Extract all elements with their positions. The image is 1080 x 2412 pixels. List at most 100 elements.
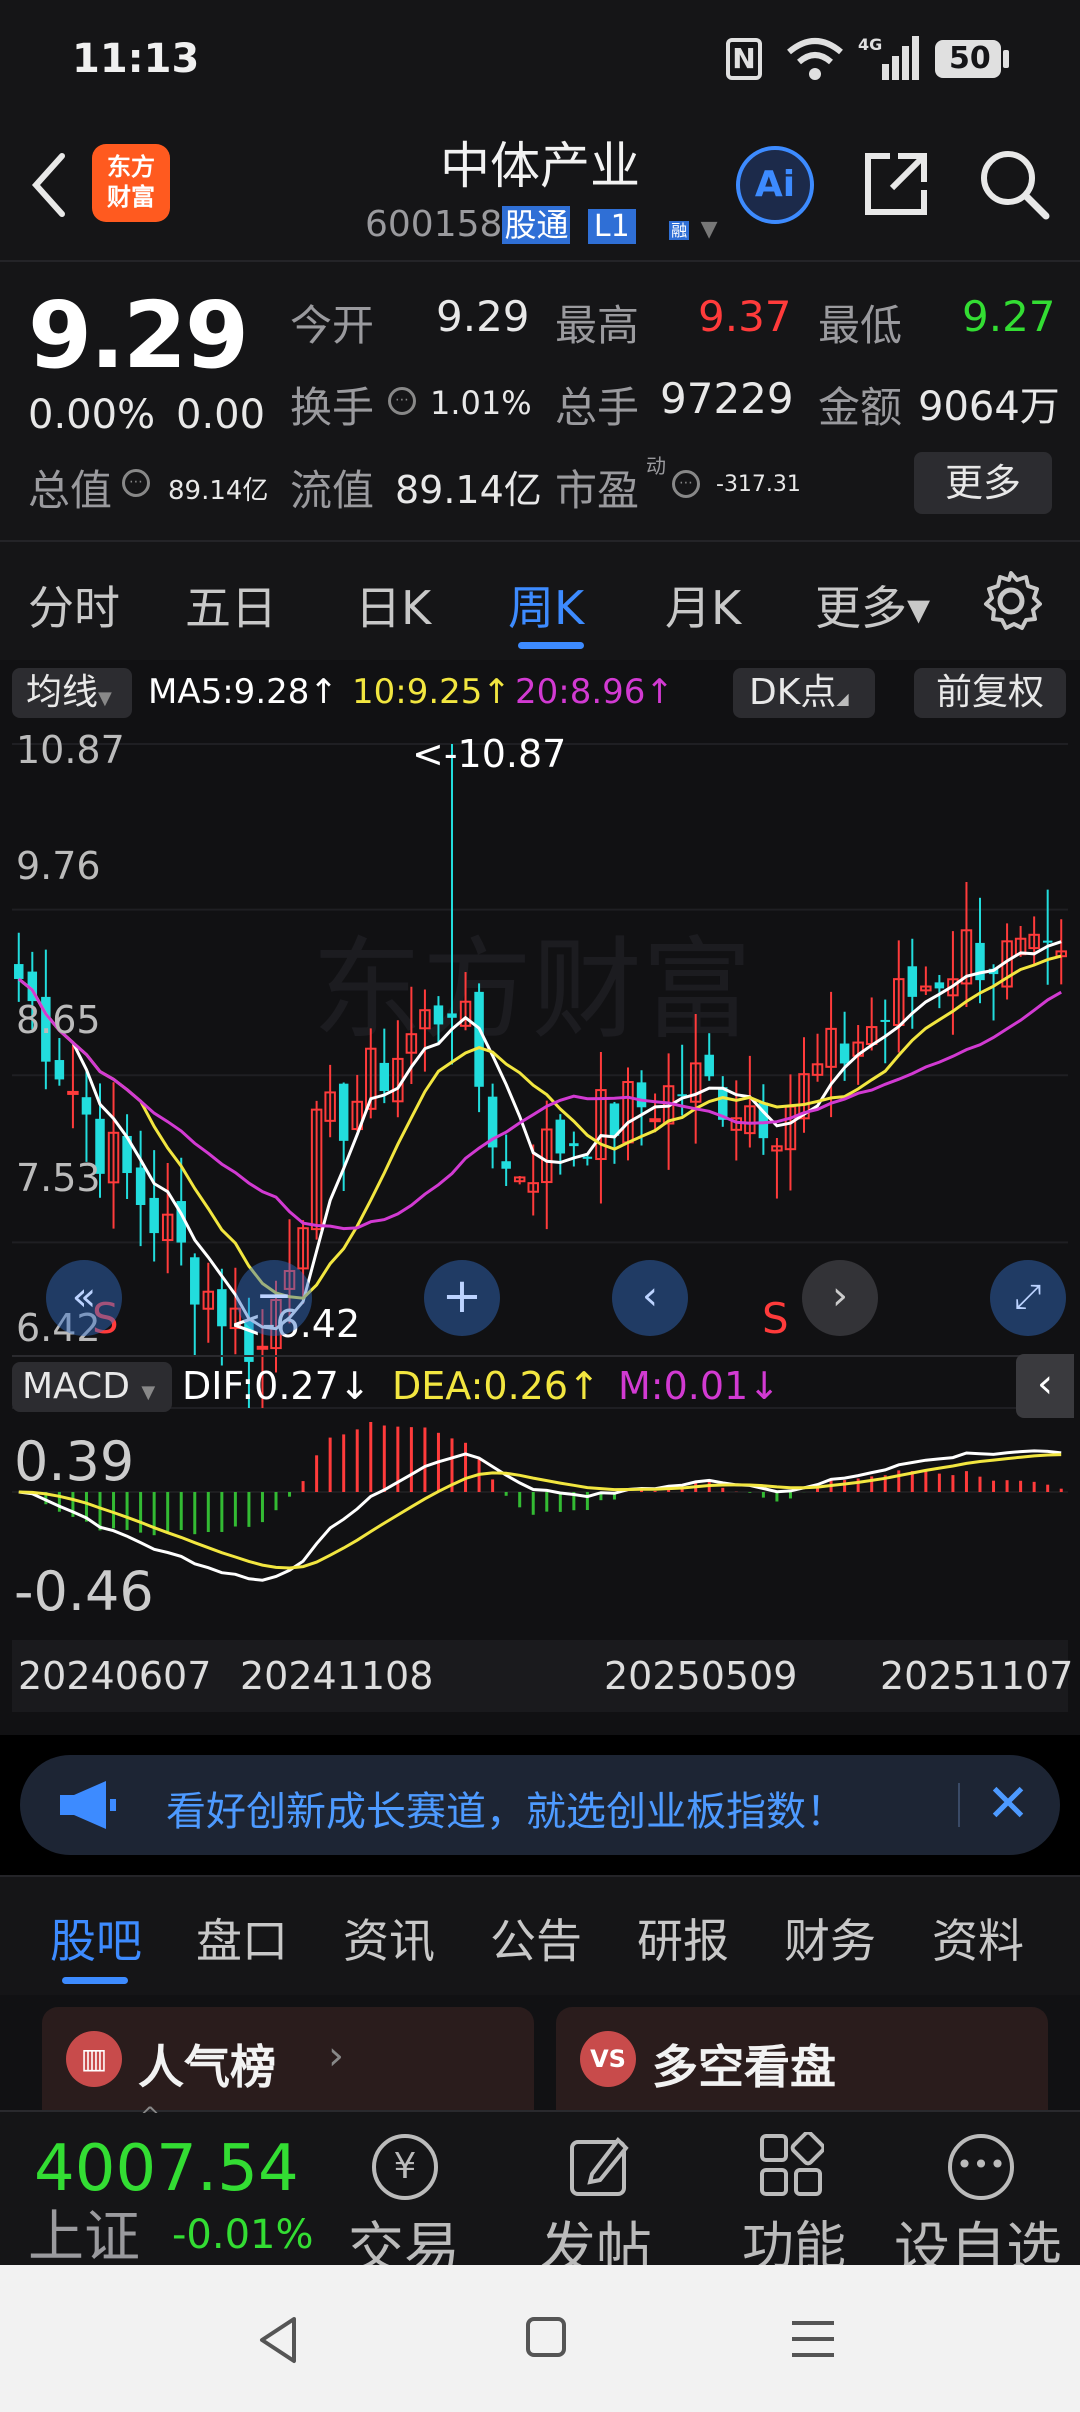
connect-tag: 股通 [502, 206, 571, 244]
forum-tab-indicator [62, 1977, 128, 1984]
dk-point-button[interactable]: DK点◢ [733, 668, 875, 718]
kline-chart-area[interactable]: 均线▼ MA5:9.28↑ 10:9.25↑ 20:8.96↑ DK点◢ 前复权… [0, 660, 1080, 1735]
status-bar: 11:13 N 4G 50 [0, 0, 1080, 120]
scroll-far-left-button[interactable]: « [46, 1260, 122, 1336]
more-button[interactable]: 更多 [914, 452, 1052, 514]
popularity-card[interactable]: ▥ 人气榜 › [42, 2007, 534, 2127]
level-tag: L1 [587, 209, 636, 244]
tab-announcements[interactable]: 公告 [490, 1905, 582, 1971]
amount-label: 金额 [818, 383, 903, 432]
feature-cards: ▥ 人气榜 › VS 多空看盘 [0, 1995, 1080, 2127]
low-label: 最低 [818, 301, 903, 350]
long-short-card-title: 多空看盘 [652, 2040, 836, 2094]
macd-selector-label: MACD [22, 1366, 130, 1407]
tab-five-day[interactable]: 五日 [185, 572, 277, 638]
macd-chart[interactable] [12, 1422, 1068, 1632]
date-label-1: 20240607 [18, 1654, 212, 1698]
share-icon[interactable] [860, 148, 932, 220]
low-value: 9.27 [962, 292, 1056, 341]
tab-intraday[interactable]: 分时 [28, 572, 120, 638]
tab-daily-k[interactable]: 日K [355, 572, 431, 638]
tab-more[interactable]: 更多▾ [815, 572, 930, 638]
m-value: M:0.01↓ [618, 1364, 781, 1408]
ai-button[interactable]: Ai [736, 146, 814, 224]
trade-icon: ¥ [372, 2134, 438, 2200]
high-value: 9.37 [698, 292, 792, 341]
adjust-button[interactable]: 前复权 [914, 668, 1066, 718]
tab-profile[interactable]: 资料 [932, 1905, 1024, 1971]
tab-monthly-k[interactable]: 月K [665, 572, 741, 638]
change-value: 0.00 [176, 392, 266, 438]
nav-menu-icon[interactable] [790, 2319, 836, 2359]
search-icon[interactable] [976, 146, 1052, 222]
fullscreen-button[interactable]: ⤢ [990, 1260, 1066, 1336]
ma10-value: 10:9.25↑ [352, 672, 511, 712]
vs-icon: VS [580, 2031, 636, 2087]
amount-value: 9064万 [918, 384, 1060, 430]
function-button[interactable]: 功能 [722, 2112, 862, 2277]
settings-icon[interactable] [980, 570, 1042, 632]
index-ticker[interactable]: ^ 4007.54 上证 -0.01% [0, 2102, 330, 2270]
stock-code: 600158 [365, 204, 503, 245]
chevron-right-icon: › [328, 2033, 344, 2079]
mktcap-label: 总值 [28, 466, 113, 515]
turnover-info-icon[interactable]: ⋯ [388, 387, 416, 415]
signal-icon: 4G [858, 35, 919, 80]
corner-icon: ◢ [836, 689, 849, 708]
zoom-out-button[interactable]: − [236, 1260, 312, 1336]
nav-home-icon[interactable] [526, 2317, 566, 2357]
ma20-value: 20:8.96↑ [515, 672, 674, 712]
banner-text: 看好创新成长赛道，就选创业板指数！ [166, 1789, 846, 1835]
tab-weekly-k[interactable]: 周K [508, 572, 584, 638]
tab-finance[interactable]: 财务 [784, 1905, 876, 1971]
promo-banner[interactable]: 看好创新成长赛道，就选创业板指数！ ✕ [20, 1755, 1060, 1855]
add-watchlist-button[interactable]: ••• 设自选 [890, 2112, 1080, 2282]
post-button[interactable]: 发帖 [530, 2112, 670, 2282]
macd-top-label: 0.39 [14, 1430, 135, 1493]
y-label-3: 8.65 [16, 998, 101, 1042]
y-label-4: 7.53 [16, 1156, 101, 1200]
volume-value: 97229 [660, 374, 794, 423]
nav-back-icon[interactable] [256, 2315, 300, 2365]
index-change: -0.01% [172, 2212, 314, 2258]
last-price: 9.29 [28, 282, 249, 389]
scroll-left-button[interactable]: ‹ [612, 1260, 688, 1336]
zoom-in-button[interactable]: + [424, 1260, 500, 1336]
more-circle-icon: ••• [948, 2134, 1014, 2200]
open-label: 今开 [290, 301, 375, 350]
macd-selector[interactable]: MACD ▼ [12, 1362, 172, 1412]
content-tabs: 股吧 盘口 资讯 公告 研报 财务 资料 [0, 1875, 1080, 1997]
long-short-card[interactable]: VS 多空看盘 [556, 2007, 1048, 2127]
edit-icon [570, 2136, 629, 2196]
banner-divider [958, 1783, 960, 1827]
scroll-right-button[interactable]: › [802, 1260, 878, 1336]
svg-text:4G: 4G [858, 35, 882, 54]
tag-dropdown-icon[interactable]: ▼ [701, 217, 718, 242]
ma-selector[interactable]: 均线▼ [12, 668, 132, 718]
tab-news[interactable]: 资讯 [343, 1905, 435, 1971]
pe-info-icon[interactable]: ⋯ [672, 470, 700, 498]
tab-orderbook[interactable]: 盘口 [196, 1905, 288, 1971]
pe-value: -317.31 [716, 472, 801, 497]
collapse-panel-button[interactable]: ‹ [1016, 1354, 1074, 1418]
trade-button[interactable]: ¥ 交易 [336, 2112, 476, 2282]
svg-text:东方财富: 东方财富 [312, 926, 752, 1054]
top-header: 东方 财富 中体产业 600158股通 L1 融 ▼ Ai [0, 120, 1080, 260]
index-caret-icon: ^ [140, 2102, 161, 2130]
date-label-4: 20251107 [880, 1654, 1074, 1698]
max-price-marker: <-10.87 [412, 732, 567, 776]
sell-signal-2: S [762, 1294, 789, 1343]
ranking-icon: ▥ [66, 2031, 122, 2087]
active-tab-indicator [518, 642, 584, 649]
float-label: 流值 [290, 466, 375, 515]
dropdown-icon: ▼ [98, 688, 112, 709]
quote-panel: 9.29 0.00% 0.00 总值 ⋯ 89.14亿 今开 9.29 最高 9… [0, 260, 1080, 542]
y-label-top: 10.87 [16, 728, 125, 772]
banner-close-icon[interactable]: ✕ [978, 1769, 1038, 1839]
candlestick-chart[interactable]: 东方财富 [12, 728, 1068, 1423]
tab-research[interactable]: 研报 [637, 1905, 729, 1971]
tab-forum[interactable]: 股吧 [50, 1905, 142, 1971]
battery-tip [1003, 50, 1009, 68]
mktcap-value: 89.14亿 [168, 476, 269, 506]
mktcap-info-icon[interactable]: ⋯ [122, 469, 150, 497]
